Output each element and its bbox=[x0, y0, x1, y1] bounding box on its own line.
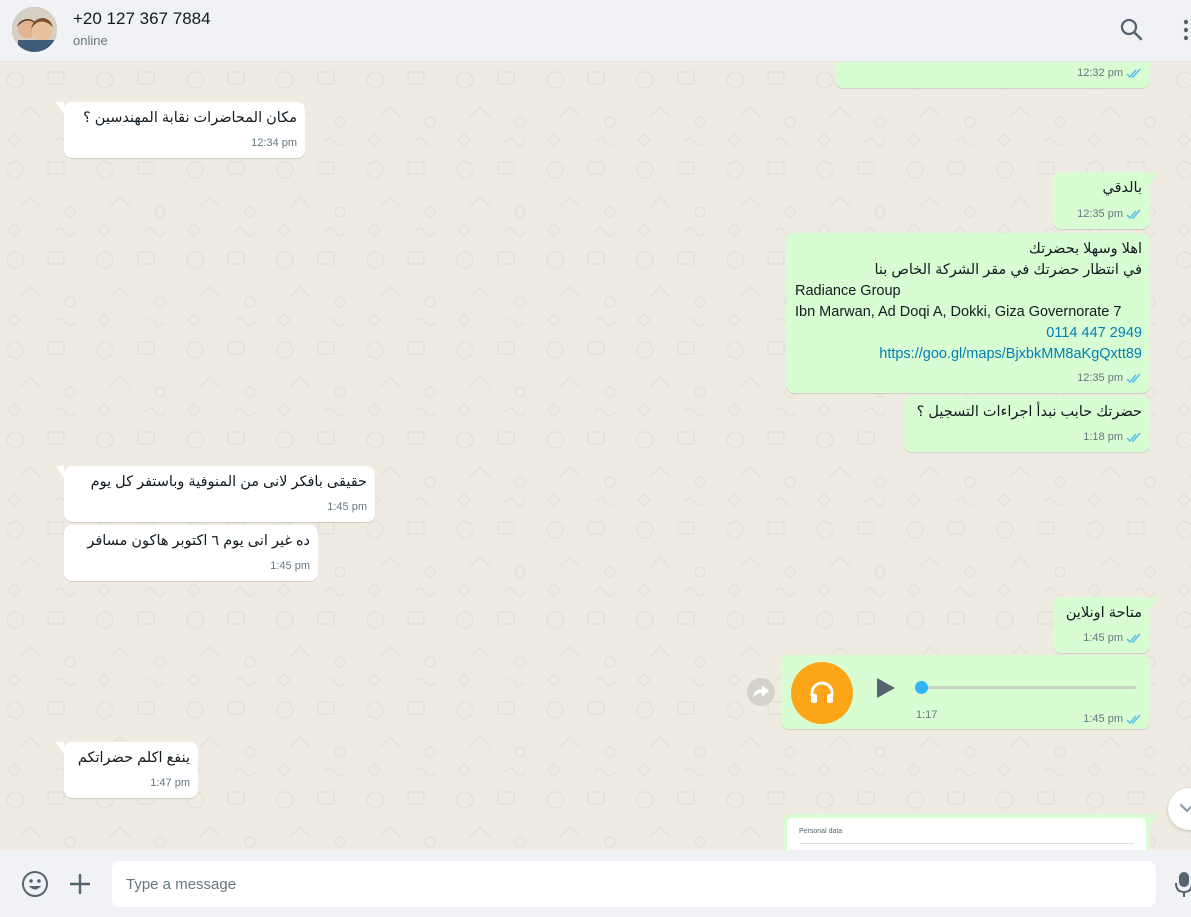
headphones-icon bbox=[791, 662, 853, 724]
message-meta: 1:47 pm bbox=[150, 773, 190, 794]
message-time: 1:18 pm bbox=[1083, 431, 1123, 443]
message-text: مكان المحاضرات نقابة المهندسين ؟ bbox=[83, 110, 297, 126]
chat-wallpaper bbox=[0, 62, 1191, 850]
message-meta: 12:35 pm bbox=[1077, 368, 1142, 389]
chat-area[interactable]: 12:32 pm مكان المحاضرات نقابة المهندسين … bbox=[0, 62, 1191, 850]
map-link[interactable]: https://goo.gl/maps/BjxbkMM8aKgQxtt89 bbox=[795, 344, 1142, 365]
message-bubble-outgoing[interactable]: اهلا وسهلا بحضرتك في انتظار حضرتك في مقر… bbox=[786, 233, 1150, 393]
phone-link[interactable]: 2949 447 0114 bbox=[795, 323, 1142, 344]
message-bubble-outgoing[interactable]: 12:32 pm bbox=[835, 62, 1150, 88]
message-time: 12:32 pm bbox=[1077, 67, 1123, 79]
message-meta: 1:45 pm bbox=[1083, 628, 1142, 649]
message-time: 12:35 pm bbox=[1077, 372, 1123, 384]
voice-duration: 1:17 bbox=[916, 709, 938, 721]
message-bubble-incoming[interactable]: مكان المحاضرات نقابة المهندسين ؟ 12:34 p… bbox=[56, 102, 305, 158]
read-ticks-icon bbox=[1126, 373, 1141, 384]
chevron-down-icon bbox=[1180, 804, 1191, 813]
message-text: حضرتك حابب نبدأ اجراءات التسجيل ؟ bbox=[916, 404, 1142, 420]
play-icon[interactable] bbox=[873, 676, 897, 700]
message-line: Radiance Group bbox=[795, 283, 901, 299]
chat-header: +20 127 367 7884 online bbox=[0, 0, 1191, 62]
document-message[interactable]: Personal data bbox=[783, 814, 1158, 850]
message-bubble-incoming[interactable]: ده غير انى يوم ٦ اكتوبر هاكون مسافر 1:45… bbox=[64, 525, 318, 581]
message-meta: 1:45 pm bbox=[327, 497, 367, 518]
message-text: ده غير انى يوم ٦ اكتوبر هاكون مسافر bbox=[87, 533, 310, 549]
contact-avatar[interactable] bbox=[12, 7, 57, 52]
compose-bar bbox=[0, 850, 1191, 917]
message-line: اهلا وسهلا بحضرتك bbox=[1028, 241, 1142, 257]
message-meta: 1:18 pm bbox=[1083, 427, 1142, 448]
message-bubble-outgoing[interactable]: حضرتك حابب نبدأ اجراءات التسجيل ؟ 1:18 p… bbox=[904, 396, 1150, 452]
document-preview-text: Personal data bbox=[799, 828, 843, 835]
message-line: Ibn Marwan, Ad Doqi A, Dokki, Giza Gover… bbox=[795, 304, 1122, 320]
message-meta: 1:45 pm bbox=[1083, 713, 1142, 725]
message-meta: 1:45 pm bbox=[270, 556, 310, 577]
forward-icon[interactable] bbox=[747, 678, 775, 706]
read-ticks-icon bbox=[1126, 209, 1141, 220]
message-meta: 12:35 pm bbox=[1077, 204, 1142, 225]
message-text: ينفع اكلم حضراتكم bbox=[77, 750, 190, 766]
contact-name[interactable]: +20 127 367 7884 bbox=[73, 9, 211, 29]
message-text: حقيقى بافكر لانى من المنوفية وباستفر كل … bbox=[90, 474, 367, 490]
voice-progress-track[interactable] bbox=[921, 686, 1136, 689]
voice-progress-knob[interactable] bbox=[915, 681, 928, 694]
message-bubble-incoming[interactable]: حقيقى بافكر لانى من المنوفية وباستفر كل … bbox=[56, 466, 375, 522]
menu-icon[interactable] bbox=[1176, 17, 1189, 43]
message-time: 1:45 pm bbox=[1083, 632, 1123, 644]
message-meta: 12:34 pm bbox=[251, 133, 297, 154]
scroll-down-button[interactable] bbox=[1168, 788, 1191, 830]
message-input[interactable] bbox=[112, 861, 1156, 907]
message-bubble-outgoing[interactable]: بالدقي 12:35 pm bbox=[1053, 172, 1158, 229]
voice-message[interactable]: 1:17 1:45 pm bbox=[781, 655, 1150, 729]
read-ticks-icon bbox=[1126, 633, 1141, 644]
read-ticks-icon bbox=[1126, 714, 1141, 724]
message-meta: 12:32 pm bbox=[1077, 63, 1142, 84]
emoji-icon[interactable] bbox=[21, 870, 49, 898]
contact-status: online bbox=[73, 33, 108, 48]
message-time: 1:45 pm bbox=[1083, 713, 1123, 725]
message-bubble-outgoing[interactable]: متاحة اونلاين 1:45 pm bbox=[1053, 597, 1158, 653]
message-time: 1:47 pm bbox=[150, 777, 190, 789]
document-preview: Personal data bbox=[787, 818, 1146, 850]
message-time: 12:34 pm bbox=[251, 137, 297, 149]
message-time: 1:45 pm bbox=[327, 501, 367, 513]
message-line: في انتظار حضرتك في مقر الشركة الخاص بنا bbox=[874, 262, 1142, 278]
attach-icon[interactable] bbox=[68, 872, 92, 896]
message-text: متاحة اونلاين bbox=[1065, 605, 1142, 621]
message-time: 12:35 pm bbox=[1077, 208, 1123, 220]
read-ticks-icon bbox=[1126, 68, 1141, 79]
message-time: 1:45 pm bbox=[270, 560, 310, 572]
read-ticks-icon bbox=[1126, 432, 1141, 443]
message-bubble-incoming[interactable]: ينفع اكلم حضراتكم 1:47 pm bbox=[56, 742, 198, 798]
search-icon[interactable] bbox=[1119, 17, 1145, 43]
message-text: بالدقي bbox=[1102, 180, 1143, 196]
mic-icon[interactable] bbox=[1174, 870, 1191, 898]
